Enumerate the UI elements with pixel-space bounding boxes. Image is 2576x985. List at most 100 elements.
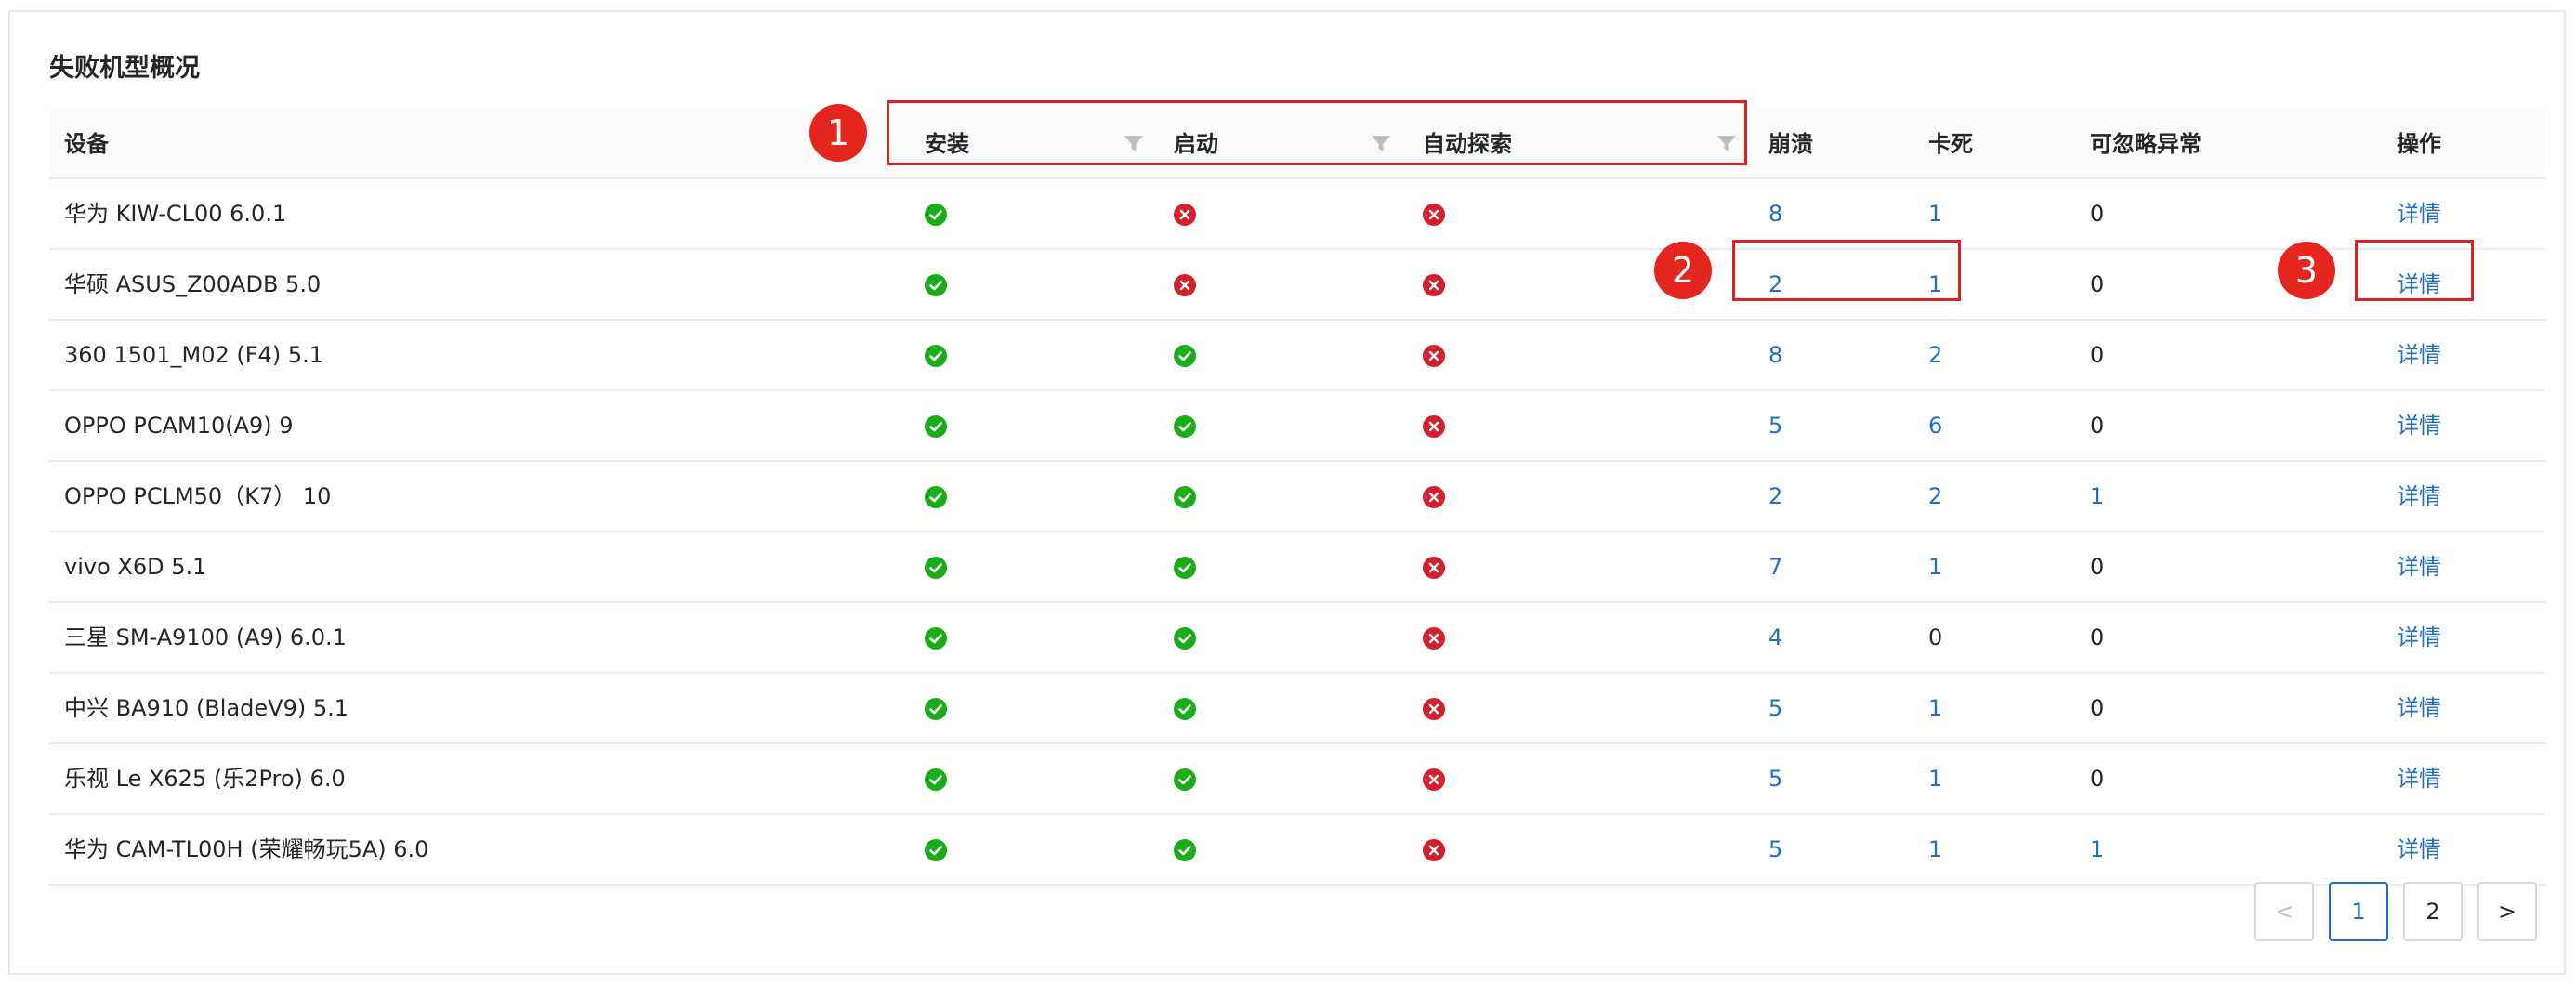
table-row: OPPO PCAM10(A9) 9 5 6 0 详情 <box>49 391 2545 462</box>
failed-devices-table: 设备 安装 启动 自动探索 崩溃 卡死 可忽略异常 操作 华为 KIW-CL00… <box>49 111 2545 886</box>
annotation-badge-3: 3 <box>2278 242 2335 299</box>
pass-check-icon <box>925 698 947 720</box>
annotation-badge-1: 1 <box>809 104 867 162</box>
detail-link[interactable]: 详情 <box>2397 815 2441 884</box>
pass-check-icon <box>925 274 947 296</box>
crash-count-link[interactable]: 8 <box>1768 321 1782 389</box>
detail-link[interactable]: 详情 <box>2397 179 2441 248</box>
crash-count-link[interactable]: 5 <box>1768 815 1782 884</box>
crash-count-link[interactable]: 4 <box>1768 603 1782 672</box>
crash-count-link[interactable]: 5 <box>1768 744 1782 813</box>
pass-check-icon <box>925 415 947 438</box>
device-name: 乐视 Le X625 (乐2Pro) 6.0 <box>64 766 346 792</box>
table-row: OPPO PCLM50（K7） 10 2 2 1 详情 <box>49 462 2545 532</box>
col-device-header: 设备 <box>64 131 109 157</box>
device-name: 华硕 ASUS_Z00ADB 5.0 <box>64 271 322 297</box>
ignorable-count: 0 <box>2090 413 2105 439</box>
fail-cross-icon <box>1423 557 1445 579</box>
page-2-button[interactable]: 2 <box>2403 882 2463 941</box>
pass-check-icon <box>925 204 947 226</box>
col-freeze-header: 卡死 <box>1928 131 1973 157</box>
freeze-count-link: 0 <box>1928 624 1943 650</box>
pass-check-icon <box>1174 698 1196 720</box>
ignorable-count[interactable]: 1 <box>2090 462 2104 531</box>
pass-check-icon <box>925 557 947 579</box>
table-row: 中兴 BA910 (BladeV9) 5.1 5 1 0 详情 <box>49 674 2545 744</box>
pass-check-icon <box>1174 486 1196 508</box>
detail-link[interactable]: 详情 <box>2397 462 2441 531</box>
freeze-count-link[interactable]: 1 <box>1928 674 1942 742</box>
next-page-button[interactable]: > <box>2477 882 2537 941</box>
fail-cross-icon <box>1423 345 1445 367</box>
annotation-box-status-columns <box>887 100 1747 165</box>
device-name: 华为 KIW-CL00 6.0.1 <box>64 201 287 227</box>
device-name: 三星 SM-A9100 (A9) 6.0.1 <box>64 624 347 650</box>
freeze-count-link[interactable]: 2 <box>1928 462 1942 531</box>
fail-cross-icon <box>1423 415 1445 438</box>
crash-count-link[interactable]: 2 <box>1768 462 1782 531</box>
freeze-count-link[interactable]: 2 <box>1928 321 1942 389</box>
ignorable-count: 0 <box>2090 554 2105 580</box>
pass-check-icon <box>1174 768 1196 791</box>
fail-cross-icon <box>1423 698 1445 720</box>
pass-check-icon <box>1174 839 1196 861</box>
fail-cross-icon <box>1423 627 1445 650</box>
freeze-count-link[interactable]: 1 <box>1928 532 1942 601</box>
device-name: 中兴 BA910 (BladeV9) 5.1 <box>64 695 348 721</box>
device-name: vivo X6D 5.1 <box>64 554 207 580</box>
annotation-badge-2: 2 <box>1654 242 1712 299</box>
fail-cross-icon <box>1423 204 1445 226</box>
detail-link[interactable]: 详情 <box>2397 391 2441 460</box>
ignorable-count[interactable]: 1 <box>2090 815 2104 884</box>
table-row: 360 1501_M02 (F4) 5.1 8 2 0 详情 <box>49 321 2545 391</box>
page-1-button[interactable]: 1 <box>2329 882 2388 941</box>
fail-cross-icon <box>1423 768 1445 791</box>
col-crash-header: 崩溃 <box>1768 131 1813 157</box>
freeze-count-link[interactable]: 1 <box>1928 179 1942 248</box>
table-row: 华为 KIW-CL00 6.0.1 8 1 0 详情 <box>49 179 2545 250</box>
ignorable-count: 0 <box>2090 624 2105 650</box>
fail-cross-icon <box>1174 274 1196 296</box>
ignorable-count: 0 <box>2090 201 2105 227</box>
pass-check-icon <box>1174 415 1196 438</box>
freeze-count-link[interactable]: 6 <box>1928 391 1942 460</box>
pass-check-icon <box>925 345 947 367</box>
pass-check-icon <box>1174 627 1196 650</box>
annotation-box-counts <box>1732 240 1961 301</box>
detail-link[interactable]: 详情 <box>2397 532 2441 601</box>
prev-page-button[interactable]: < <box>2254 882 2314 941</box>
table-row: vivo X6D 5.1 7 1 0 详情 <box>49 532 2545 603</box>
fail-cross-icon <box>1174 204 1196 226</box>
device-name: 360 1501_M02 (F4) 5.1 <box>64 342 323 368</box>
device-name: 华为 CAM-TL00H (荣耀畅玩5A) 6.0 <box>64 836 429 862</box>
card-title: 失败机型概况 <box>49 54 200 83</box>
pass-check-icon <box>925 839 947 861</box>
ignorable-count: 0 <box>2090 271 2105 297</box>
detail-link[interactable]: 详情 <box>2397 674 2441 742</box>
table-row: 乐视 Le X625 (乐2Pro) 6.0 5 1 0 详情 <box>49 744 2545 815</box>
pass-check-icon <box>925 768 947 791</box>
detail-link[interactable]: 详情 <box>2397 321 2441 389</box>
table-row: 华硕 ASUS_Z00ADB 5.0 2 1 0 详情 <box>49 250 2545 321</box>
crash-count-link[interactable]: 5 <box>1768 391 1782 460</box>
pass-check-icon <box>925 486 947 508</box>
freeze-count-link[interactable]: 1 <box>1928 815 1942 884</box>
fail-cross-icon <box>1423 486 1445 508</box>
col-action-header: 操作 <box>2397 131 2441 157</box>
pass-check-icon <box>925 627 947 650</box>
fail-cross-icon <box>1423 839 1445 861</box>
device-name: OPPO PCLM50（K7） 10 <box>64 483 332 509</box>
ignorable-count: 0 <box>2090 695 2105 721</box>
pass-check-icon <box>1174 557 1196 579</box>
crash-count-link[interactable]: 5 <box>1768 674 1782 742</box>
device-name: OPPO PCAM10(A9) 9 <box>64 413 294 439</box>
crash-count-link[interactable]: 7 <box>1768 532 1782 601</box>
ignorable-count: 0 <box>2090 342 2105 368</box>
detail-link[interactable]: 详情 <box>2397 744 2441 813</box>
table-body: 华为 KIW-CL00 6.0.1 8 1 0 详情 华硕 ASUS_Z00ADB 5.0… <box>49 179 2545 886</box>
detail-link[interactable]: 详情 <box>2397 603 2441 672</box>
crash-count-link[interactable]: 8 <box>1768 179 1782 248</box>
table-row: 华为 CAM-TL00H (荣耀畅玩5A) 6.0 5 1 1 详情 <box>49 815 2545 886</box>
fail-cross-icon <box>1423 274 1445 296</box>
freeze-count-link[interactable]: 1 <box>1928 744 1942 813</box>
